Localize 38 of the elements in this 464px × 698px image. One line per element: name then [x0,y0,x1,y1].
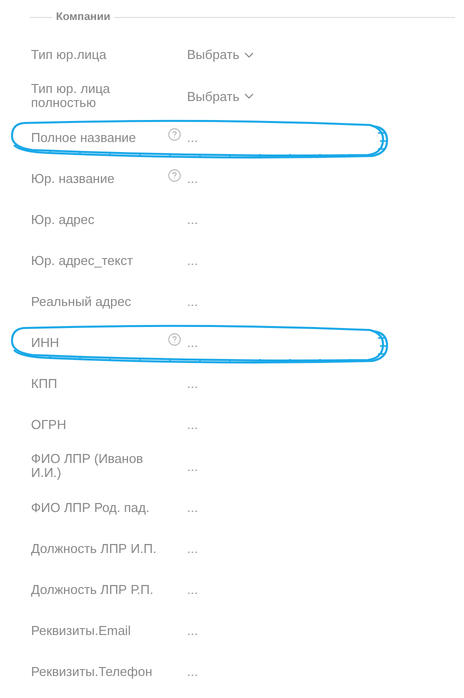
field-value[interactable]: ... [187,500,198,515]
field-label: Реквизиты.Email [31,622,132,640]
field-label: Юр. адрес_текст [31,252,134,270]
field-label: Реквизиты.Телефон [31,662,154,681]
field-label: ОГРН [31,416,68,434]
field-value[interactable]: ... [187,541,198,556]
field-label: ИНН [31,334,60,352]
field-label: Юр. адрес [31,210,96,229]
field-value[interactable]: ... [187,623,198,638]
help-icon[interactable] [168,128,181,141]
field-value[interactable]: ... [187,458,198,474]
field-value[interactable]: ... [187,253,198,268]
chevron-down-icon [244,93,254,99]
chevron-down-icon [244,52,254,58]
field-value[interactable]: ... [187,417,198,432]
field-label: Тип юр.лица [31,46,108,64]
select-dropdown[interactable]: Выбрать [187,47,254,62]
field-label: ФИО ЛПР (Иванов И.И.) [31,450,144,482]
field-value[interactable]: ... [187,212,198,227]
field-value[interactable]: ... [187,294,198,309]
field-label: Тип юр. лица полностью [31,80,112,112]
field-label: Полное название [31,128,138,146]
select-dropdown[interactable]: Выбрать [187,88,254,104]
help-icon[interactable] [168,169,181,182]
field-value[interactable]: ... [187,664,198,679]
field-label: КПП [31,374,58,392]
field-label: Реальный адрес [31,292,132,311]
field-value[interactable]: ... [187,335,198,350]
field-value[interactable]: ... [187,171,198,186]
field-label: ФИО ЛПР Род. пад. [31,498,150,517]
field-value[interactable]: ... [187,130,198,145]
field-label: Юр. название [31,170,116,188]
field-value[interactable]: ... [187,376,198,391]
help-icon[interactable] [168,333,181,346]
section-title: Компании [56,11,110,23]
field-value[interactable]: ... [187,582,198,597]
field-label: Должность ЛПР И.П. [31,540,158,558]
field-label: Должность ЛПР Р.П. [31,580,154,599]
